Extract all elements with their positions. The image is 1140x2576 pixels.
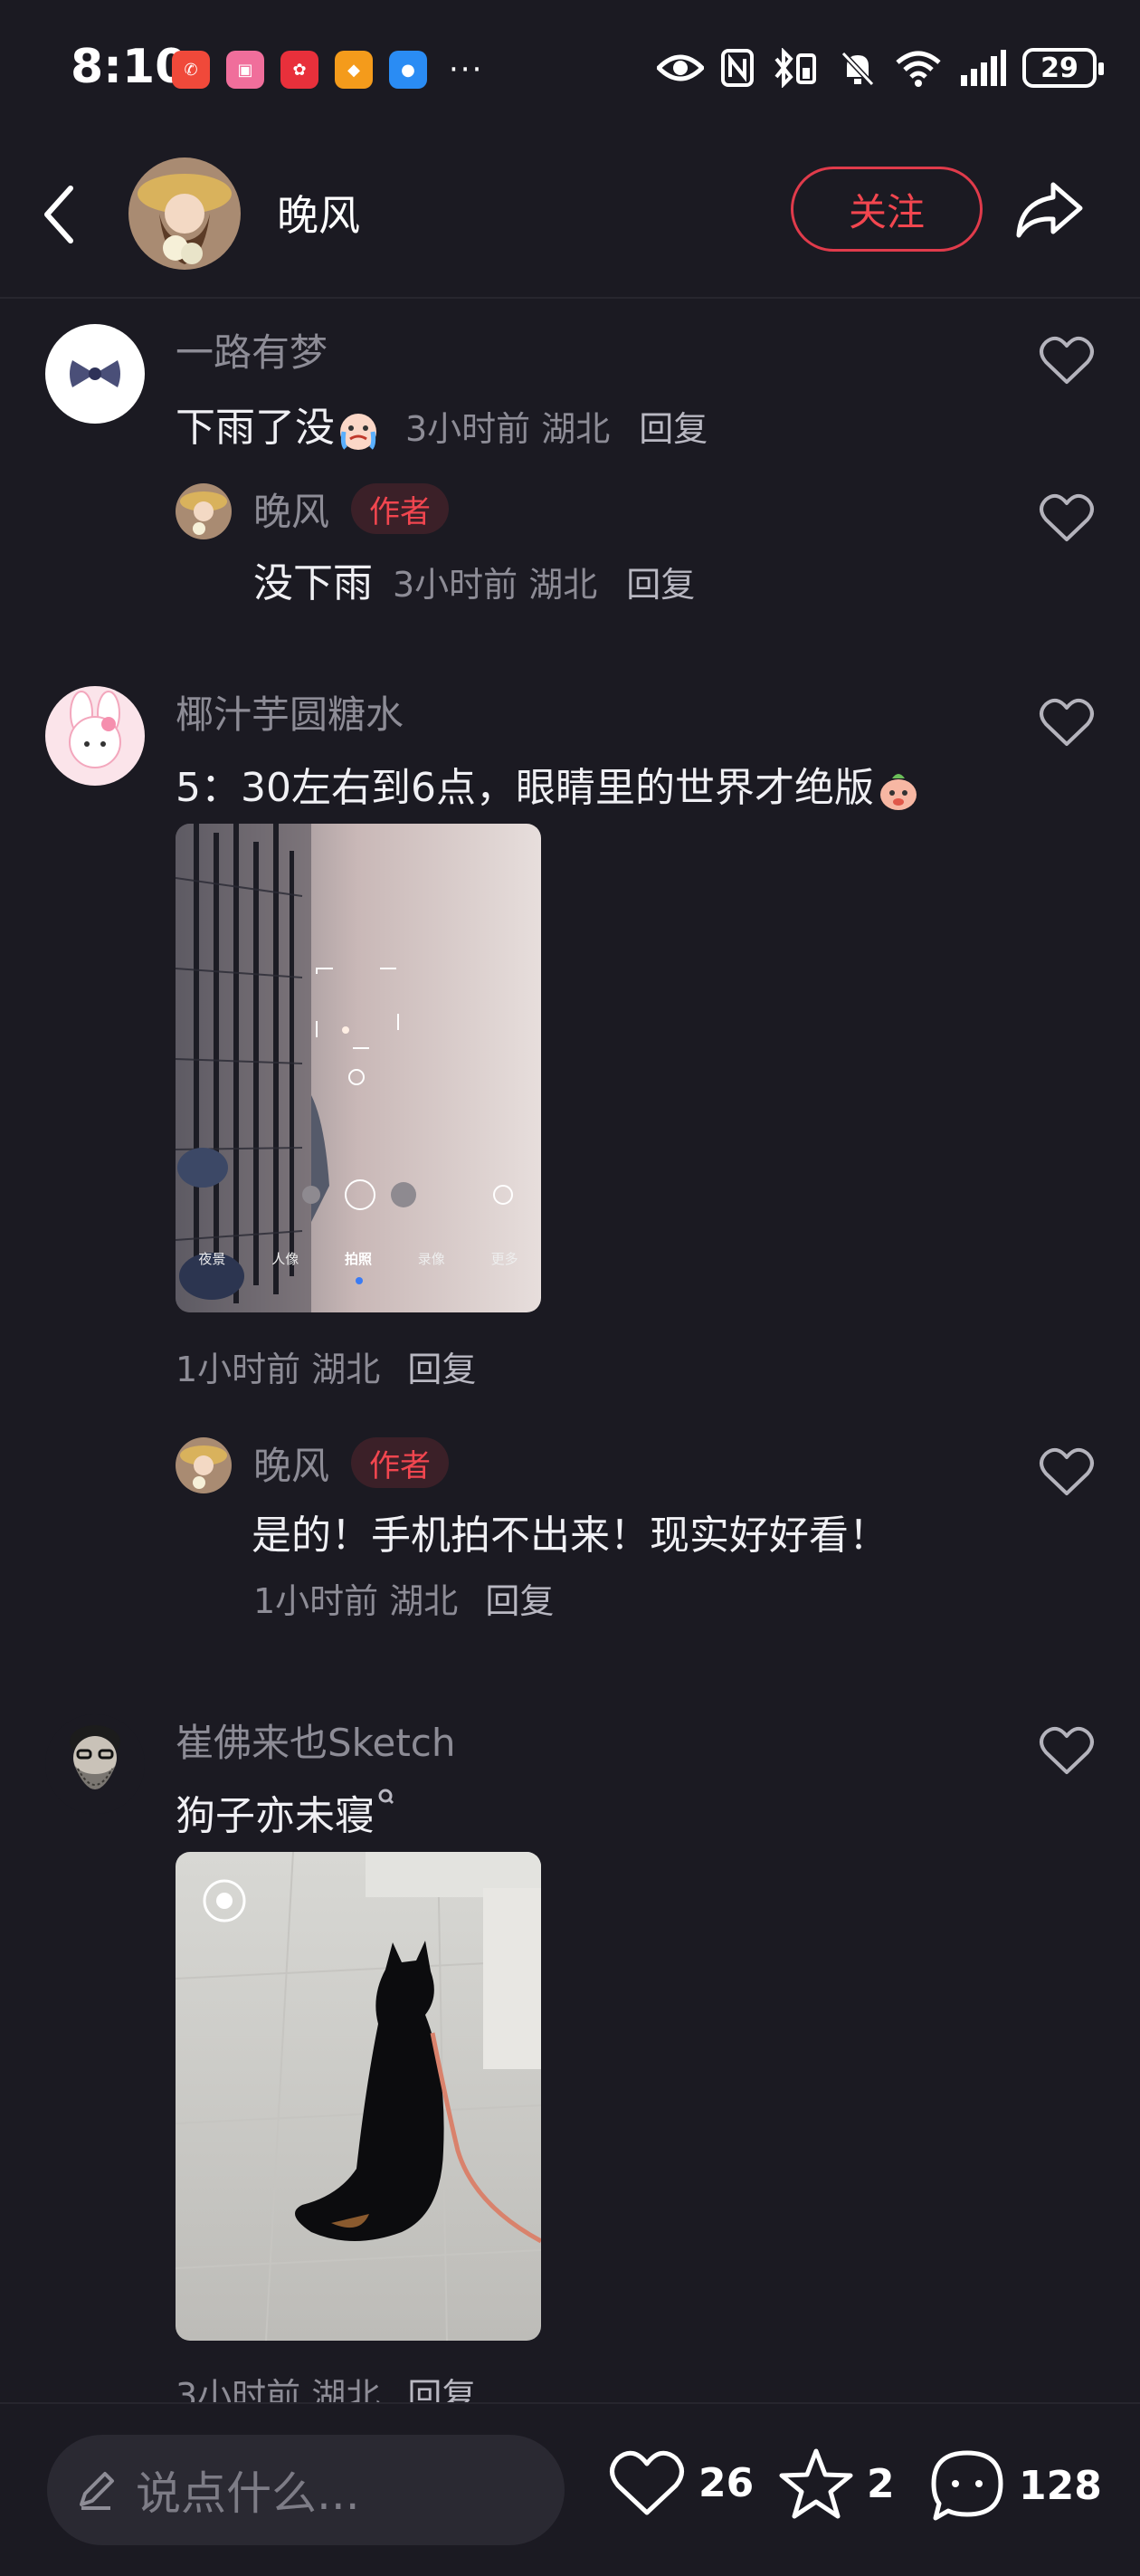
comment-body: 下雨了没: [176, 405, 335, 451]
status-system-icons: 29: [657, 47, 1104, 89]
reply-meta-line: 1小时前 湖北 回复: [253, 1573, 554, 1623]
comment-body: 5：30左右到6点，眼睛里的世界才绝版: [176, 765, 874, 811]
camera-mode-label: 拍照: [344, 1251, 372, 1267]
reply-user-name[interactable]: 晚风: [253, 1436, 329, 1491]
back-button[interactable]: [40, 183, 80, 250]
author-badge: 作者: [351, 1437, 449, 1488]
melody-avatar-image: [69, 691, 121, 768]
nfc-icon: [720, 47, 755, 89]
like-button[interactable]: [1039, 1446, 1095, 1501]
comment-bubble-icon: [931, 2450, 1003, 2521]
camera-mode-label: 录像: [417, 1251, 445, 1267]
author-avatar-image: [176, 1437, 232, 1493]
commenter-name[interactable]: 一路有梦: [176, 322, 328, 377]
sunset-camera-photo: [176, 824, 541, 1312]
comment-meta-line: 1小时前 湖北 回复: [176, 1341, 476, 1391]
comment-count: 128: [1019, 2462, 1102, 2509]
comment-input-placeholder: 说点什么...: [136, 2467, 360, 2520]
heart-icon: [1040, 698, 1094, 746]
reply-user-name[interactable]: 晚风: [253, 482, 329, 537]
comment-meta: 1小时前 湖北: [176, 1350, 381, 1389]
message-app-icon: ●: [389, 51, 427, 89]
heart-icon: [1040, 493, 1094, 541]
reply-body: 没下雨: [253, 560, 373, 606]
camera-mode-label: 更多: [490, 1251, 518, 1267]
like-button[interactable]: [1039, 697, 1095, 751]
author-avatar[interactable]: [128, 157, 241, 270]
like-button[interactable]: [1039, 1725, 1095, 1779]
author-name: 晚风: [277, 191, 360, 240]
commenter-avatar[interactable]: [45, 1714, 145, 1814]
comment-image[interactable]: [176, 1852, 541, 2341]
camera-mode-label: 人像: [271, 1251, 299, 1267]
comment-body: 狗子亦未寝: [176, 1793, 375, 1839]
reply-link[interactable]: 回复: [626, 565, 695, 605]
heart-icon: [1040, 336, 1094, 384]
like-count: 26: [698, 2459, 755, 2506]
huawei-icon: ✿: [280, 51, 318, 89]
bow-avatar-image: [70, 360, 120, 387]
camera-mode-label: 夜景: [198, 1251, 226, 1267]
signal-icon: [959, 47, 1006, 89]
missed-call-icon: ✆: [172, 51, 210, 89]
bluetooth-battery-icon: [771, 47, 822, 89]
reply-avatar[interactable]: [176, 1437, 232, 1493]
commenter-name[interactable]: 椰汁芋圆糖水: [176, 684, 404, 739]
reply-avatar[interactable]: [176, 483, 232, 539]
reply-meta: 3小时前 湖北: [393, 565, 598, 605]
like-count-button[interactable]: 26: [608, 2447, 754, 2518]
camera-mode-labels: 夜景 人像 拍照 录像 更多: [176, 1249, 541, 1268]
author-avatar-image: [128, 157, 241, 270]
heart-icon: [1040, 1447, 1094, 1495]
bearded-man-avatar-image: [45, 1714, 145, 1814]
commenter-avatar[interactable]: [45, 686, 145, 786]
wifi-icon: [894, 47, 943, 89]
reply-meta: 1小时前 湖北: [253, 1581, 459, 1621]
star-icon: [779, 2448, 853, 2519]
dog-photo: [176, 1852, 541, 2341]
bilibili-icon: ▣: [226, 51, 264, 89]
pencil-icon: [80, 2472, 114, 2510]
share-icon: [1016, 182, 1083, 238]
heart-icon: [610, 2450, 684, 2515]
reply-body: 是的！手机拍不出来！现实好好看！: [252, 1512, 888, 1559]
search-tag-icon: [375, 1783, 400, 1819]
like-button[interactable]: [1039, 335, 1095, 389]
mute-icon: [838, 47, 878, 89]
favorite-count: 2: [867, 2460, 895, 2507]
comment-meta: 3小时前 湖北: [405, 409, 611, 449]
comment-text: 下雨了没 3小时前 湖北 回复: [176, 395, 708, 453]
like-button[interactable]: [1039, 492, 1095, 547]
heart-icon: [1040, 1726, 1094, 1774]
author-avatar-image: [176, 483, 232, 539]
store-icon: ◆: [335, 51, 373, 89]
favorite-count-button[interactable]: 2: [778, 2447, 895, 2520]
follow-button[interactable]: 关注: [791, 167, 983, 252]
emoji-icon: [874, 768, 923, 813]
reply-text: 没下雨 3小时前 湖北 回复: [253, 550, 695, 608]
status-time: 8:10: [71, 40, 188, 94]
reply-link[interactable]: 回复: [485, 1581, 554, 1621]
crying-emoji-icon: [335, 408, 382, 452]
bottom-action-bar: 说点什么... 26 2 128: [0, 2402, 1140, 2576]
battery-icon: 29: [1022, 48, 1104, 88]
eye-comfort-icon: [657, 47, 704, 89]
reply-link[interactable]: 回复: [407, 1350, 476, 1389]
comment-text: 5：30左右到6点，眼睛里的世界才绝版: [176, 755, 923, 813]
author-badge: 作者: [351, 483, 449, 534]
commenter-avatar[interactable]: [45, 324, 145, 424]
status-app-icons: ✆ ▣ ✿ ◆ ● ···: [172, 51, 483, 89]
comment-input[interactable]: 说点什么...: [47, 2435, 565, 2545]
comment-count-button[interactable]: 128: [928, 2447, 1102, 2524]
comment-text: 狗子亦未寝: [176, 1783, 400, 1841]
share-button[interactable]: [1013, 177, 1086, 246]
status-bar: 8:10 ✆ ▣ ✿ ◆ ● ··· 29: [0, 0, 1140, 136]
commenter-name[interactable]: 崔佛来也Sketch: [176, 1713, 456, 1768]
reply-link[interactable]: 回复: [639, 409, 708, 449]
top-nav-bar: 晚风 关注: [0, 136, 1140, 299]
more-notifications-icon: ···: [449, 52, 484, 88]
chevron-left-icon: [44, 186, 73, 243]
comment-image[interactable]: 夜景 人像 拍照 录像 更多: [176, 824, 541, 1312]
